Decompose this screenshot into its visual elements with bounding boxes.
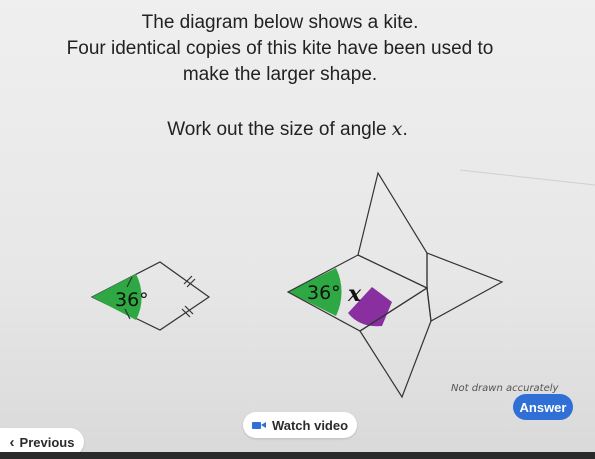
kite-angle-label: 36° [115, 289, 149, 311]
not-drawn-accurately-note: Not drawn accurately [451, 383, 560, 394]
larger-shape: 36° x Not drawn accurately [286, 171, 560, 399]
answer-button[interactable]: Answer [513, 394, 573, 420]
watch-video-label: Watch video [271, 417, 349, 433]
chevron-left-icon: ‹ [9, 433, 15, 451]
watch-video-button[interactable]: Watch video [243, 412, 357, 438]
bottom-bar [0, 452, 595, 459]
unknown-angle-label: x [347, 281, 362, 307]
shape-angle-label: 36° [307, 282, 341, 304]
previous-label: Previous [19, 434, 75, 450]
video-camera-icon [251, 421, 266, 430]
single-kite: 36° [90, 261, 211, 331]
kite-2 [357, 171, 428, 289]
kite-diagram: 36° 36° x Not drawn accurately [90, 169, 595, 399]
kite-3 [426, 252, 504, 322]
